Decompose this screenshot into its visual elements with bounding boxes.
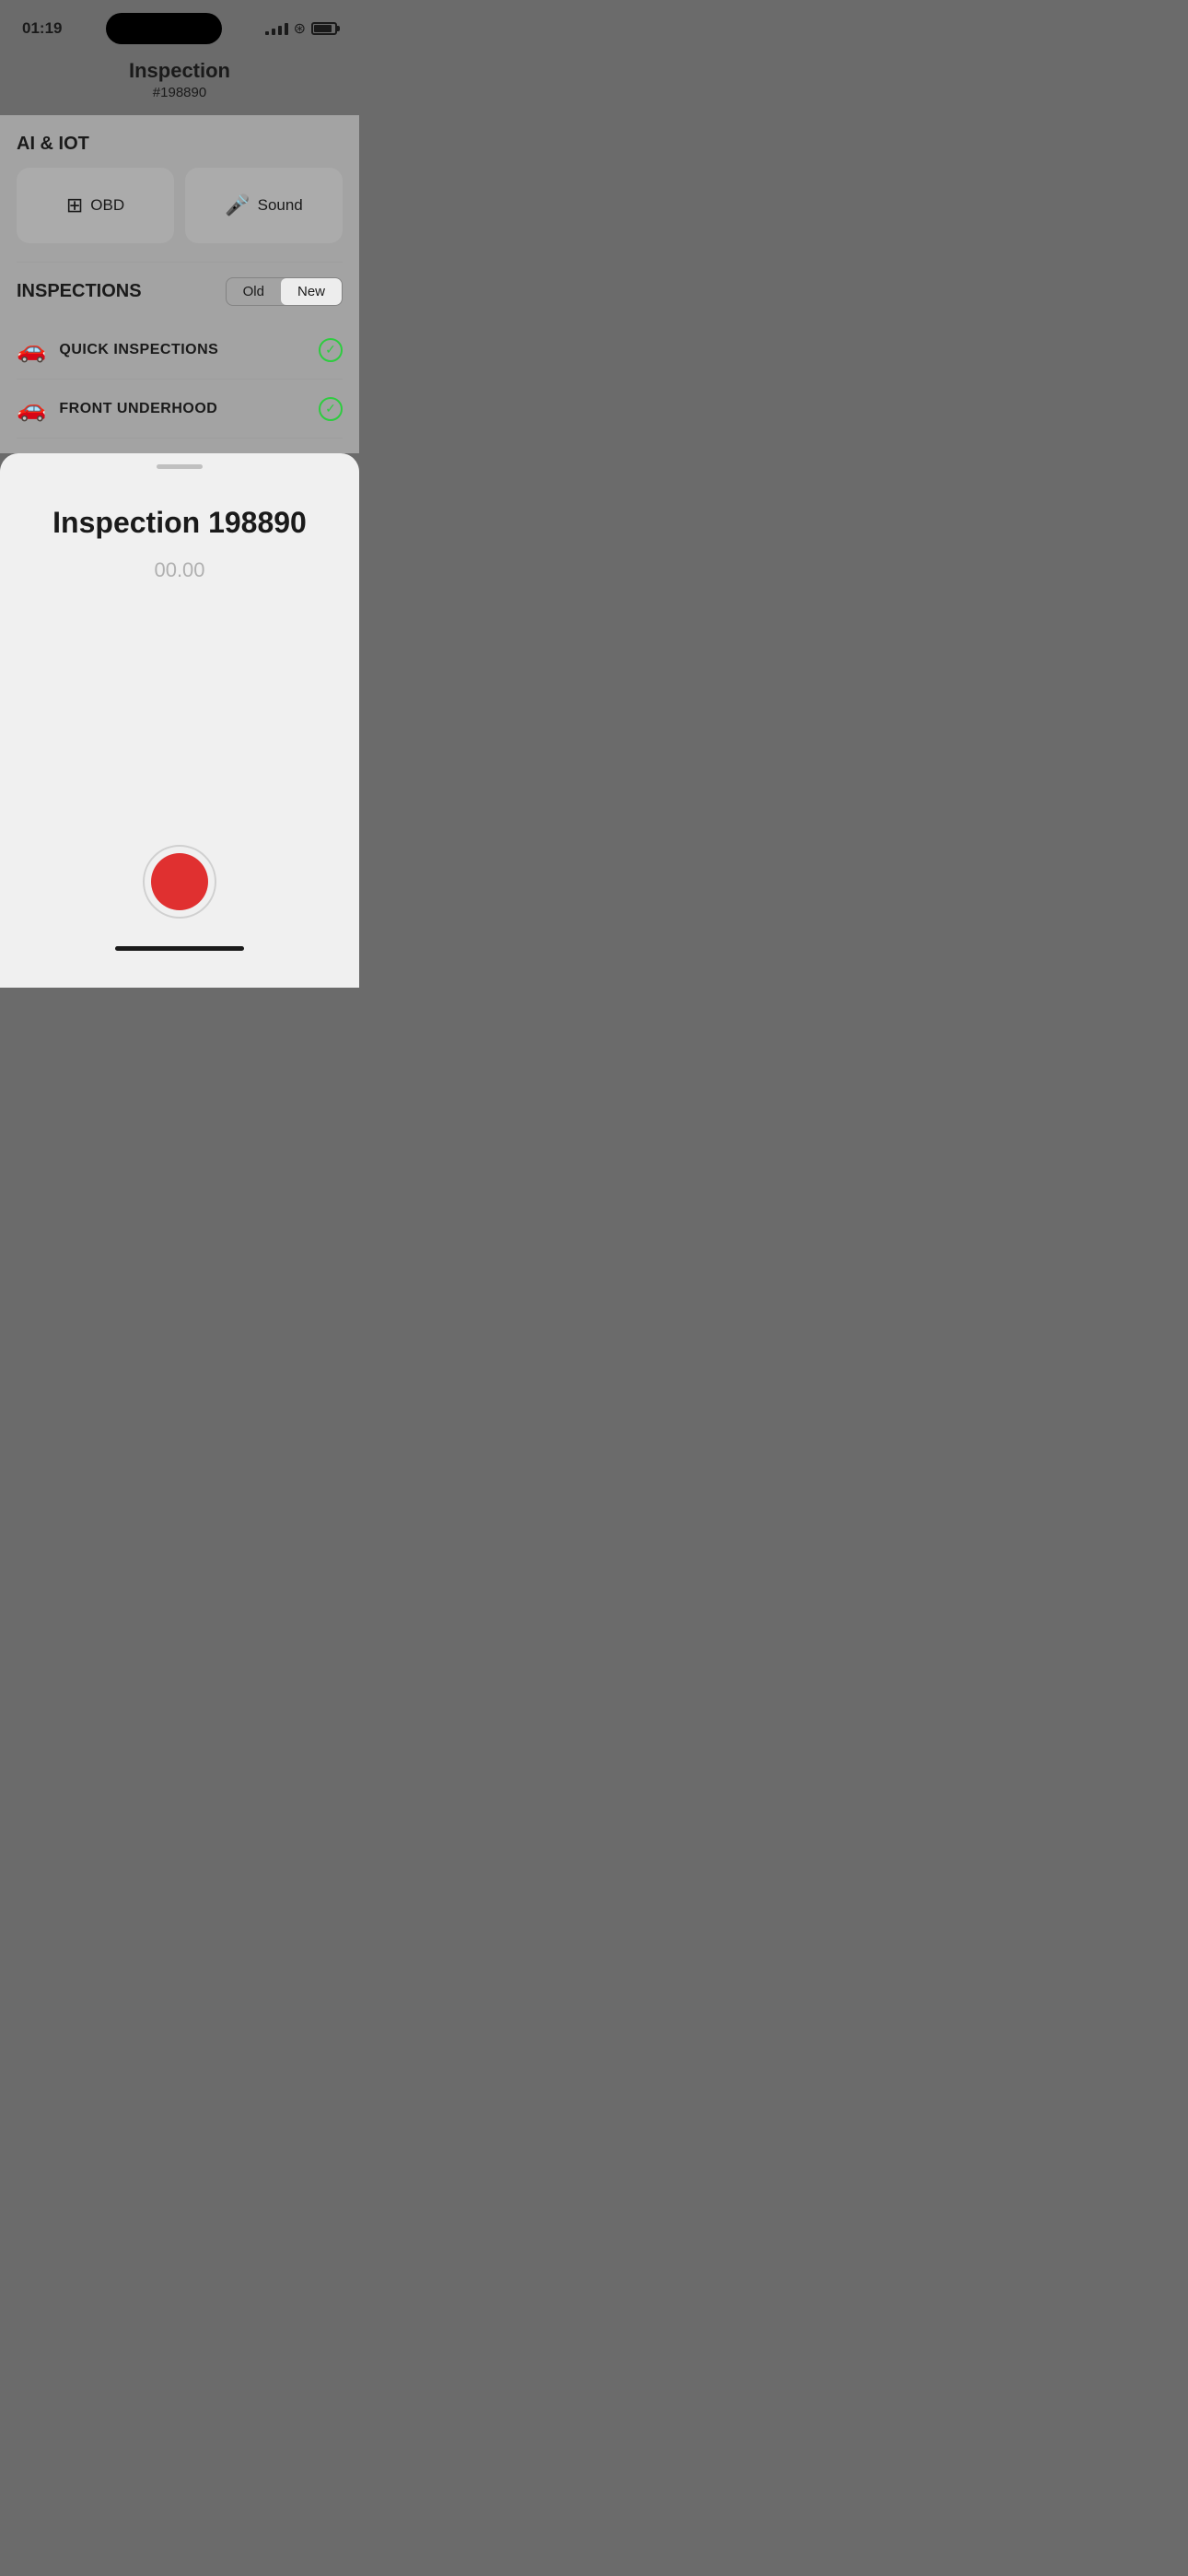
sheet-time: 00.00 xyxy=(154,558,204,582)
obd-icon: ⊞ xyxy=(66,193,83,217)
table-row[interactable]: 🚗 FRONT UNDERHOOD ✓ xyxy=(17,380,343,439)
record-btn-container xyxy=(143,845,216,919)
microphone-icon: 🎤 xyxy=(225,193,250,217)
status-icons: ⊛ xyxy=(265,19,337,38)
bottom-sheet: Inspection 198890 00.00 xyxy=(0,453,359,988)
ai-section-title: AI & IOT xyxy=(17,134,343,155)
inspections-header: INSPECTIONS Old New xyxy=(17,277,343,306)
car-icon: 🚗 xyxy=(17,335,46,364)
main-content: AI & IOT ⊞ OBD 🎤 Sound INSPECTIONS Old N… xyxy=(0,115,359,453)
toggle-group: Old New xyxy=(226,277,343,306)
home-indicator xyxy=(115,946,244,951)
obd-card[interactable]: ⊞ OBD xyxy=(17,168,174,243)
old-toggle[interactable]: Old xyxy=(227,278,281,305)
page-subtitle: #198890 xyxy=(0,85,359,100)
signal-icon xyxy=(265,23,288,35)
car-icon: 🚗 xyxy=(17,394,46,423)
dynamic-island xyxy=(106,13,222,44)
ai-cards: ⊞ OBD 🎤 Sound xyxy=(17,168,343,243)
check-icon: ✓ xyxy=(319,397,343,421)
status-bar: 01:19 ⊛ xyxy=(0,0,359,52)
obd-label: OBD xyxy=(90,196,124,215)
record-inner-circle xyxy=(151,853,208,910)
check-icon: ✓ xyxy=(319,338,343,362)
page-header: Inspection #198890 xyxy=(0,52,359,115)
new-toggle[interactable]: New xyxy=(281,278,342,305)
battery-icon xyxy=(311,22,337,35)
inspections-title: INSPECTIONS xyxy=(17,281,142,302)
section-divider xyxy=(17,262,343,263)
sound-card[interactable]: 🎤 Sound xyxy=(185,168,343,243)
sheet-handle xyxy=(157,464,203,469)
table-row[interactable]: 🚗 QUICK INSPECTIONS ✓ xyxy=(17,321,343,380)
page-title: Inspection xyxy=(0,59,359,83)
wifi-icon: ⊛ xyxy=(294,19,306,38)
sheet-title: Inspection 198890 xyxy=(52,506,307,540)
sound-label: Sound xyxy=(258,196,303,215)
front-underhood-label: FRONT UNDERHOOD xyxy=(59,401,306,417)
quick-inspection-label: QUICK INSPECTIONS xyxy=(59,342,306,358)
record-button[interactable] xyxy=(143,845,216,919)
battery-fill xyxy=(314,25,332,32)
status-time: 01:19 xyxy=(22,19,62,38)
